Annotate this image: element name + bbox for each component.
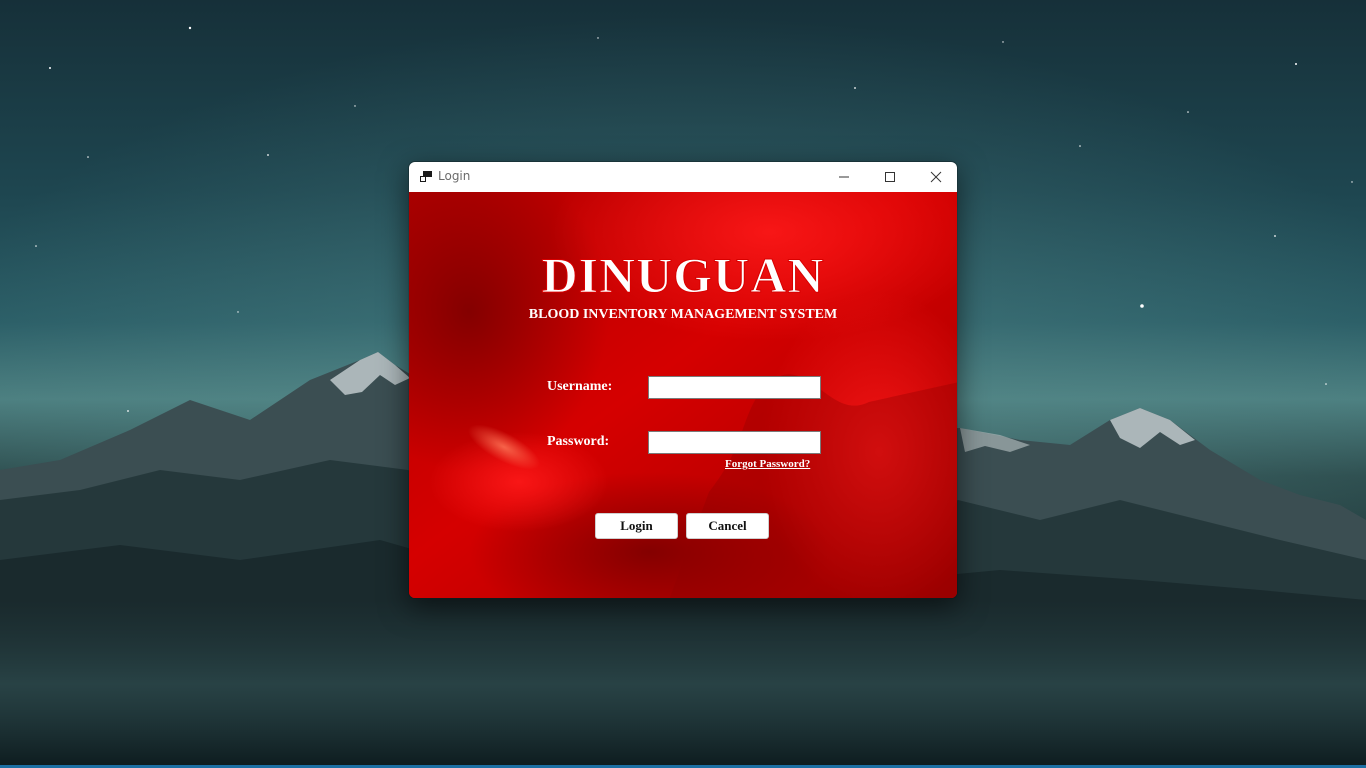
desktop: Login DINUGUAN BLOOD INVENTORY MANAGEMEN… xyxy=(0,0,1366,768)
login-form-panel: DINUGUAN BLOOD INVENTORY MANAGEMENT SYST… xyxy=(409,192,957,598)
cancel-button[interactable]: Cancel xyxy=(686,513,769,539)
title-bar[interactable]: Login xyxy=(409,162,957,192)
username-field[interactable] xyxy=(648,376,821,399)
minimize-icon xyxy=(839,176,849,178)
password-field[interactable] xyxy=(648,431,821,454)
minimize-button[interactable] xyxy=(821,162,867,192)
login-window: Login DINUGUAN BLOOD INVENTORY MANAGEMEN… xyxy=(408,161,958,599)
forgot-password-link[interactable]: Forgot Password? xyxy=(725,457,810,471)
login-button[interactable]: Login xyxy=(595,513,678,539)
window-title: Login xyxy=(438,169,471,183)
password-label: Password: xyxy=(547,434,610,449)
username-label: Username: xyxy=(547,379,613,394)
app-window-icon xyxy=(420,171,432,182)
maximize-icon xyxy=(885,172,895,182)
maximize-button[interactable] xyxy=(867,162,913,192)
app-title: DINUGUAN xyxy=(541,247,825,304)
close-button[interactable] xyxy=(913,162,957,192)
app-subtitle: BLOOD INVENTORY MANAGEMENT SYSTEM xyxy=(528,307,838,322)
close-icon xyxy=(930,171,942,183)
